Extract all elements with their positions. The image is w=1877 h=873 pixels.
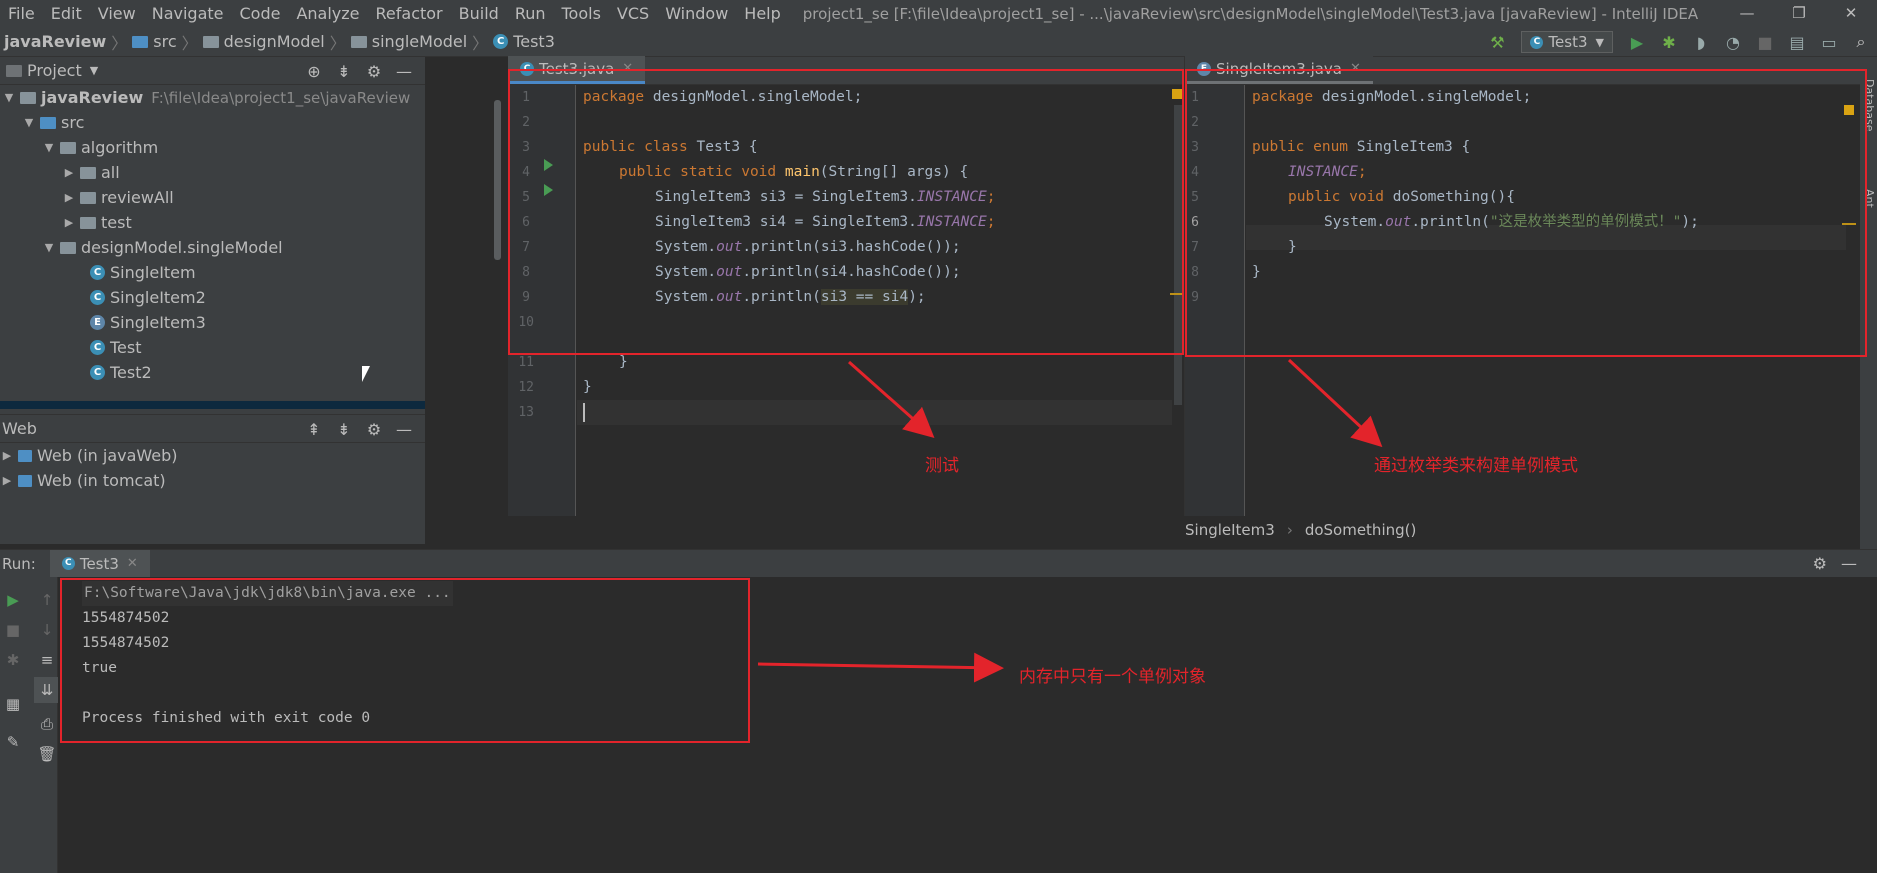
annotation-arrows [757, 358, 1383, 683]
arrow-to-test-note [848, 360, 935, 438]
annotation-test: 测试 [925, 456, 959, 476]
arrow-to-instance-note [757, 652, 1004, 683]
annotation-one-instance: 内存中只有一个单例对象 [1019, 667, 1206, 687]
annotation-enum-singleton: 通过枚举类来构建单例模式 [1374, 456, 1578, 476]
arrow-to-enum-note [1287, 358, 1383, 448]
